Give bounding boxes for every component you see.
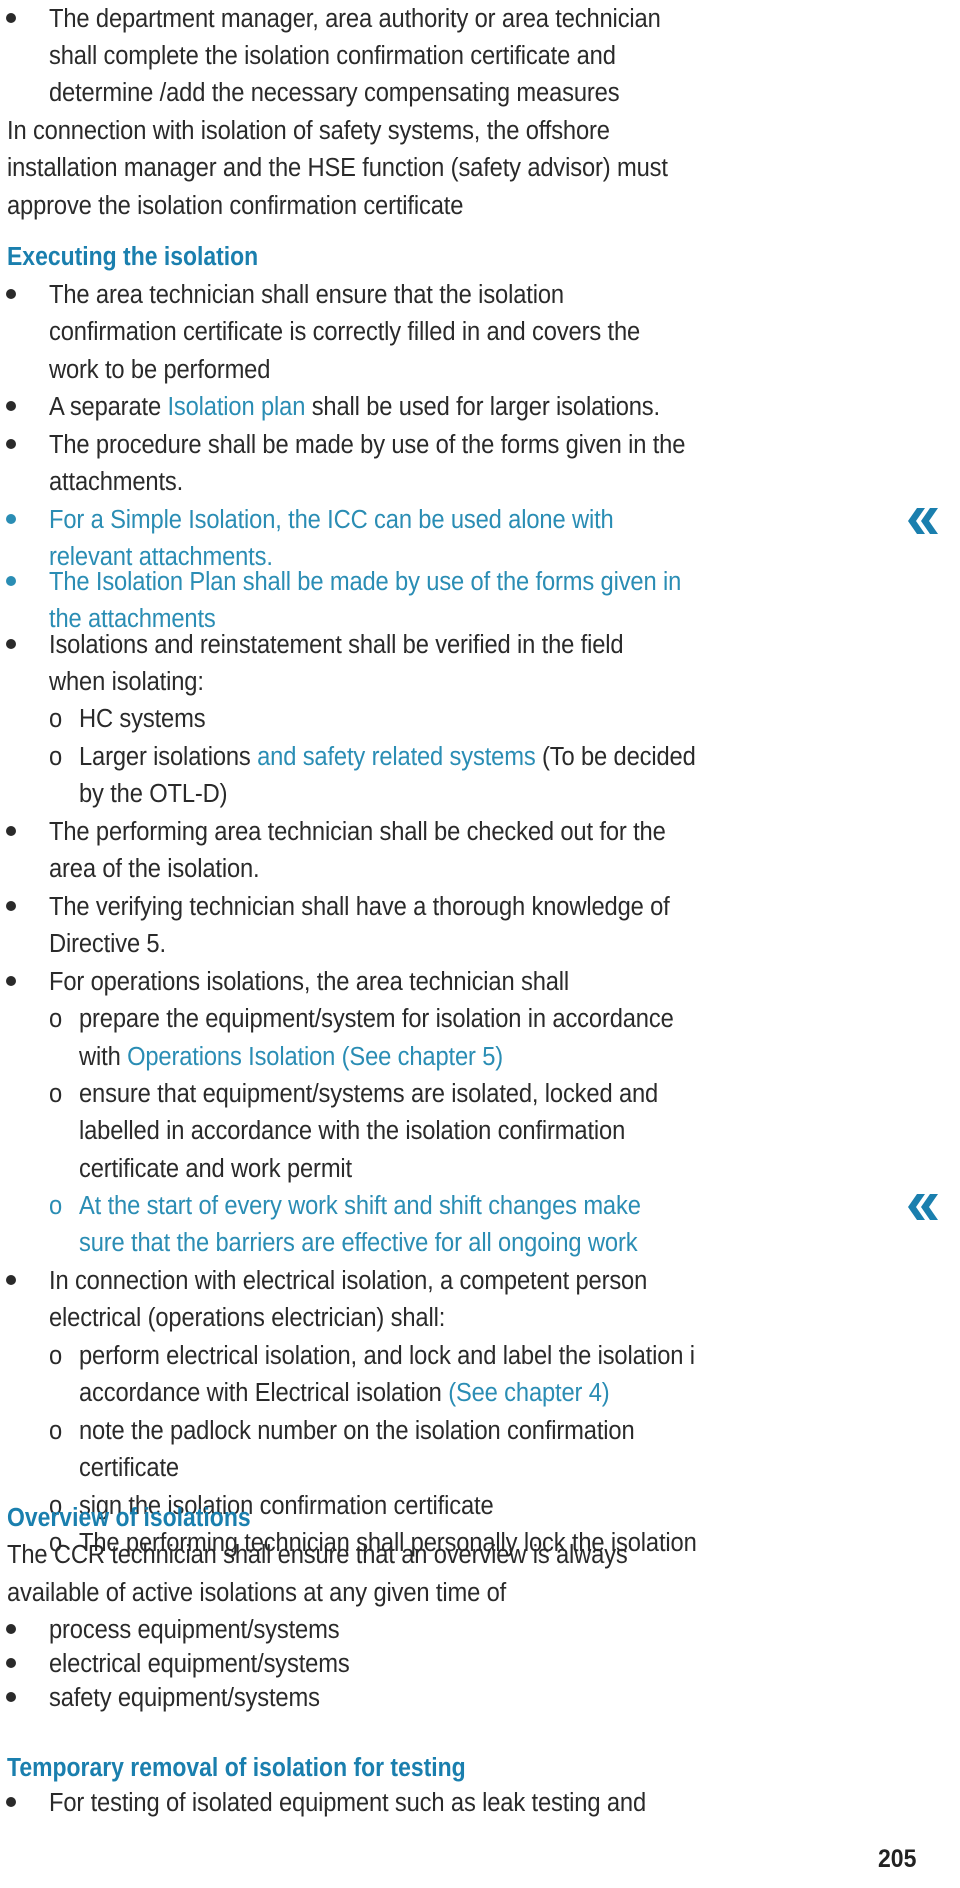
section-heading: Overview of isolations [7,1504,251,1532]
text-line: The procedure shall be made by use of th… [49,431,686,459]
change-bar-icon [908,508,938,534]
text-span: with [79,1043,128,1071]
list-item: process equipment/systems [49,1616,340,1644]
isolation-plan-link[interactable]: Isolation plan [167,393,305,421]
changed-text-span: and safety related systems [257,743,536,771]
text-span: (To be decided [535,743,696,771]
page-number: 205 [878,1845,917,1873]
sub-item: prepare the equipment/system for isolati… [79,1005,674,1033]
text-line: electrical (operations electrician) shal… [49,1304,446,1332]
text-span: A separate [49,393,168,421]
sub-item: perform electrical isolation, and lock a… [79,1342,695,1370]
paragraph-line: installation manager and the HSE functio… [7,154,668,182]
operations-isolation-link[interactable]: Operations Isolation (See chapter 5) [127,1043,503,1071]
sub-item: by the OTL-D) [79,780,228,808]
changed-sub-item: At the start of every work shift and shi… [79,1192,641,1220]
text-line: Directive 5. [49,930,166,958]
text-line: attachments. [49,468,184,496]
text-line: The area technician shall ensure that th… [49,281,564,309]
text-line: A separate Isolation plan shall be used … [49,388,660,426]
bullet-icon [6,514,16,524]
list-item: safety equipment/systems [49,1684,320,1712]
sub-item: note the padlock number on the isolation… [79,1417,635,1445]
bullet-icon [6,439,16,449]
sub-marker: o [49,1342,63,1370]
text-span: shall be used for larger isolations. [305,393,660,421]
bullet-icon [6,1797,16,1807]
list-item: For testing of isolated equipment such a… [49,1789,647,1817]
bullet-icon [6,13,16,23]
bullet-icon [6,1658,16,1668]
text-line: Isolations and reinstatement shall be ve… [49,631,624,659]
sub-marker: o [49,1417,63,1445]
list-item: electrical equipment/systems [49,1650,350,1678]
text-line: For operations isolations, the area tech… [49,968,570,996]
sub-item: certificate and work permit [79,1155,353,1183]
bullet-icon [6,1275,16,1285]
text-line: The verifying technician shall have a th… [49,893,670,921]
paragraph-line: In connection with isolation of safety s… [7,117,610,145]
sub-item: certificate [79,1454,179,1482]
sub-item: ensure that equipment/systems are isolat… [79,1080,659,1108]
bullet-icon [6,901,16,911]
text-line: when isolating: [49,668,204,696]
paragraph-line: approve the isolation confirmation certi… [7,192,464,220]
chapter-4-link[interactable]: (See chapter 4) [448,1379,610,1407]
bullet-icon [6,289,16,299]
bullet-icon [6,976,16,986]
bullet-icon [6,1692,16,1702]
bullet-icon [6,1624,16,1634]
paragraph-line: available of active isolations at any gi… [7,1579,507,1607]
changed-text-line: The Isolation Plan shall be made by use … [49,568,682,596]
changed-sub-item: sure that the barriers are effective for… [79,1229,638,1257]
change-bar-icon [908,1194,938,1220]
sub-marker: o [49,1080,63,1108]
bullet-icon [6,576,16,586]
text-line: determine /add the necessary compensatin… [49,79,620,107]
changed-text-line: For a Simple Isolation, the ICC can be u… [49,506,614,534]
sub-marker: o [49,1192,63,1220]
section-heading: Temporary removal of isolation for testi… [7,1754,466,1782]
text-line: The performing area technician shall be … [49,818,666,846]
document-page: The department manager, area authority o… [0,0,960,1888]
text-span: Larger isolations [79,743,258,771]
text-line: The department manager, area authority o… [49,5,661,33]
text-span: accordance with Electrical isolation [79,1379,449,1407]
sub-item: HC systems [79,705,206,733]
bullet-icon [6,401,16,411]
text-line: area of the isolation. [49,855,260,883]
text-line: In connection with electrical isolation,… [49,1267,648,1295]
bullet-icon [6,826,16,836]
sub-item: Larger isolations and safety related sys… [79,738,696,776]
bullet-icon [6,639,16,649]
section-heading: Executing the isolation [7,243,259,271]
sub-marker: o [49,743,63,771]
text-line: shall complete the isolation confirmatio… [49,42,616,70]
sub-item: labelled in accordance with the isolatio… [79,1117,626,1145]
sub-marker: o [49,705,63,733]
text-line: confirmation certificate is correctly fi… [49,318,641,346]
sub-marker: o [49,1005,63,1033]
paragraph-line: The CCR technician shall ensure that an … [7,1541,628,1569]
text-line: work to be performed [49,356,271,384]
sub-item: with Operations Isolation (See chapter 5… [79,1038,503,1076]
sub-item: accordance with Electrical isolation (Se… [79,1374,610,1412]
